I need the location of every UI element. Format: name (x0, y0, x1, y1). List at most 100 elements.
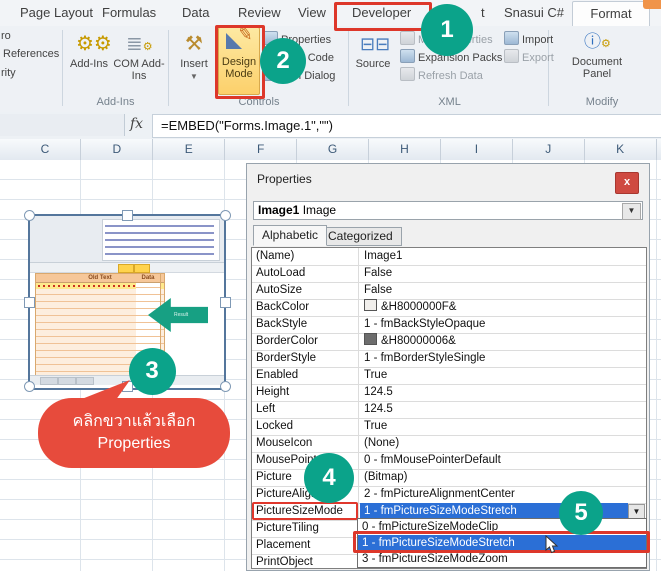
formula-bar: fx =EMBED("Forms.Image.1","") (0, 112, 661, 140)
group-label-xml: XML (352, 96, 547, 108)
property-name[interactable]: BorderColor (252, 333, 359, 350)
tab-data[interactable]: Data (182, 5, 209, 20)
document-panel-button[interactable]: ⓘ⚙ Document Panel (570, 30, 624, 80)
fx-icon: fx (130, 116, 150, 132)
tab-alphabetic[interactable]: Alphabetic (253, 225, 327, 246)
property-value[interactable]: True (360, 367, 646, 384)
property-name[interactable]: Locked (252, 418, 359, 435)
tab-snasui-c-[interactable]: Snasui C# (504, 5, 564, 20)
export-button[interactable]: Export (504, 49, 554, 65)
property-row[interactable]: Left124.5 (252, 401, 646, 419)
column-header-G[interactable]: G (323, 142, 343, 156)
property-row[interactable]: Height124.5 (252, 384, 646, 402)
xml-source-icon: ⊟⊟ (360, 32, 386, 56)
color-swatch (364, 299, 377, 311)
refresh-data-button[interactable]: Refresh Data (400, 67, 483, 83)
tab-review[interactable]: Review (238, 5, 281, 20)
property-row[interactable]: AutoSizeFalse (252, 282, 646, 300)
property-name[interactable]: PictureTiling (252, 520, 359, 537)
property-name[interactable]: MouseIcon (252, 435, 359, 452)
property-value[interactable]: True (360, 418, 646, 435)
property-row[interactable]: BorderColor&H80000006& (252, 333, 646, 351)
column-headers[interactable]: C D E F G H I J K (0, 139, 661, 161)
com-add-ins-button[interactable]: ≣⚙ COM Add-Ins (113, 32, 165, 82)
mouse-cursor-icon (545, 535, 559, 554)
property-name[interactable]: AutoSize (252, 282, 359, 299)
selection-handle[interactable] (24, 210, 35, 221)
dropdown-arrow-icon[interactable]: ▼ (622, 203, 641, 220)
property-row[interactable]: BorderStyle1 - fmBorderStyleSingle (252, 350, 646, 368)
object-type: Image (299, 203, 336, 217)
property-row[interactable]: (Name)Image1 (252, 248, 646, 266)
dropdown-option[interactable]: 3 - fmPictureSizeModeZoom (358, 551, 646, 567)
property-name[interactable]: (Name) (252, 248, 359, 265)
import-button[interactable]: Import (504, 31, 553, 47)
column-header-F[interactable]: F (251, 142, 271, 156)
property-row[interactable]: AutoLoadFalse (252, 265, 646, 283)
property-name[interactable]: Height (252, 384, 359, 401)
tab-view[interactable]: View (298, 5, 326, 20)
property-value[interactable]: 2 - fmPictureAlignmentCenter (360, 486, 646, 503)
property-value[interactable]: &H8000000F& (360, 299, 646, 316)
property-name[interactable]: BackColor (252, 299, 359, 316)
property-value[interactable]: 1 - fmBackStyleOpaque (360, 316, 646, 333)
chevron-down-icon: ▼ (190, 72, 198, 81)
property-row[interactable]: LockedTrue (252, 418, 646, 436)
speech-bubble-line2: Properties (98, 433, 171, 455)
property-name[interactable]: Placement (252, 537, 359, 554)
selection-handle[interactable] (122, 210, 133, 221)
property-value[interactable]: 124.5 (360, 384, 646, 401)
insert-control-button[interactable]: ⚒ Insert ▼ (174, 32, 214, 83)
tab-formulas[interactable]: Formulas (102, 5, 156, 20)
column-header-H[interactable]: H (395, 142, 415, 156)
object-selector-dropdown[interactable]: Image1 Image ▼ (253, 201, 643, 220)
column-header-K[interactable]: K (610, 142, 630, 156)
formula-input[interactable]: =EMBED("Forms.Image.1","") (152, 114, 661, 138)
property-row[interactable]: MouseIcon(None) (252, 435, 646, 453)
add-ins-button[interactable]: ⚙⚙ Add-Ins (66, 32, 112, 70)
tab-format[interactable]: Format (572, 1, 650, 27)
property-name[interactable]: BackStyle (252, 316, 359, 333)
tab-page-layout[interactable]: Page Layout (20, 5, 93, 20)
property-name[interactable]: AutoLoad (252, 265, 359, 282)
property-name[interactable]: Enabled (252, 367, 359, 384)
column-header-I[interactable]: I (466, 142, 486, 156)
property-row[interactable]: EnabledTrue (252, 367, 646, 385)
close-button[interactable]: x (615, 172, 639, 194)
name-box[interactable] (0, 114, 125, 136)
property-name[interactable]: BorderStyle (252, 350, 359, 367)
picture-tools-accent (643, 0, 661, 9)
tab-t[interactable]: t (481, 5, 485, 20)
tab-categorized[interactable]: Categorized (319, 227, 402, 246)
property-name[interactable]: PrintObject (252, 554, 359, 569)
column-header-D[interactable]: D (107, 142, 127, 156)
property-row[interactable]: BackStyle1 - fmBackStyleOpaque (252, 316, 646, 334)
selection-handle[interactable] (220, 381, 231, 392)
selection-handle[interactable] (220, 297, 231, 308)
source-button[interactable]: ⊟⊟ Source (352, 32, 394, 70)
property-name[interactable]: Left (252, 401, 359, 418)
selection-handle[interactable] (24, 381, 35, 392)
add-ins-label: Add-Ins (70, 58, 108, 70)
property-value[interactable]: 0 - fmMousePointerDefault (360, 452, 646, 469)
callout-circle-2: 2 (260, 38, 306, 84)
embedded-image-control[interactable]: Old Text Data Result (28, 214, 226, 390)
property-value[interactable]: 124.5 (360, 401, 646, 418)
selection-handle[interactable] (220, 210, 231, 221)
property-value[interactable]: (None) (360, 435, 646, 452)
property-value[interactable]: Image1 (360, 248, 646, 265)
column-header-C[interactable]: C (35, 142, 55, 156)
property-value[interactable]: 1 - fmBorderStyleSingle (360, 350, 646, 367)
property-value[interactable]: False (360, 282, 646, 299)
callout-circle-1: 1 (421, 4, 473, 56)
column-header-J[interactable]: J (538, 142, 558, 156)
property-value[interactable]: (Bitmap) (360, 469, 646, 486)
property-row[interactable]: BackColor&H8000000F& (252, 299, 646, 317)
group-divider (348, 30, 349, 106)
selection-handle[interactable] (24, 297, 35, 308)
ribbon-tab-bar: Format Page Layout Formulas Data Review View… (0, 0, 661, 27)
column-header-E[interactable]: E (179, 142, 199, 156)
property-value[interactable]: &H80000006& (360, 333, 646, 350)
combo-arrow-icon[interactable]: ▼ (628, 504, 645, 519)
property-value[interactable]: False (360, 265, 646, 282)
